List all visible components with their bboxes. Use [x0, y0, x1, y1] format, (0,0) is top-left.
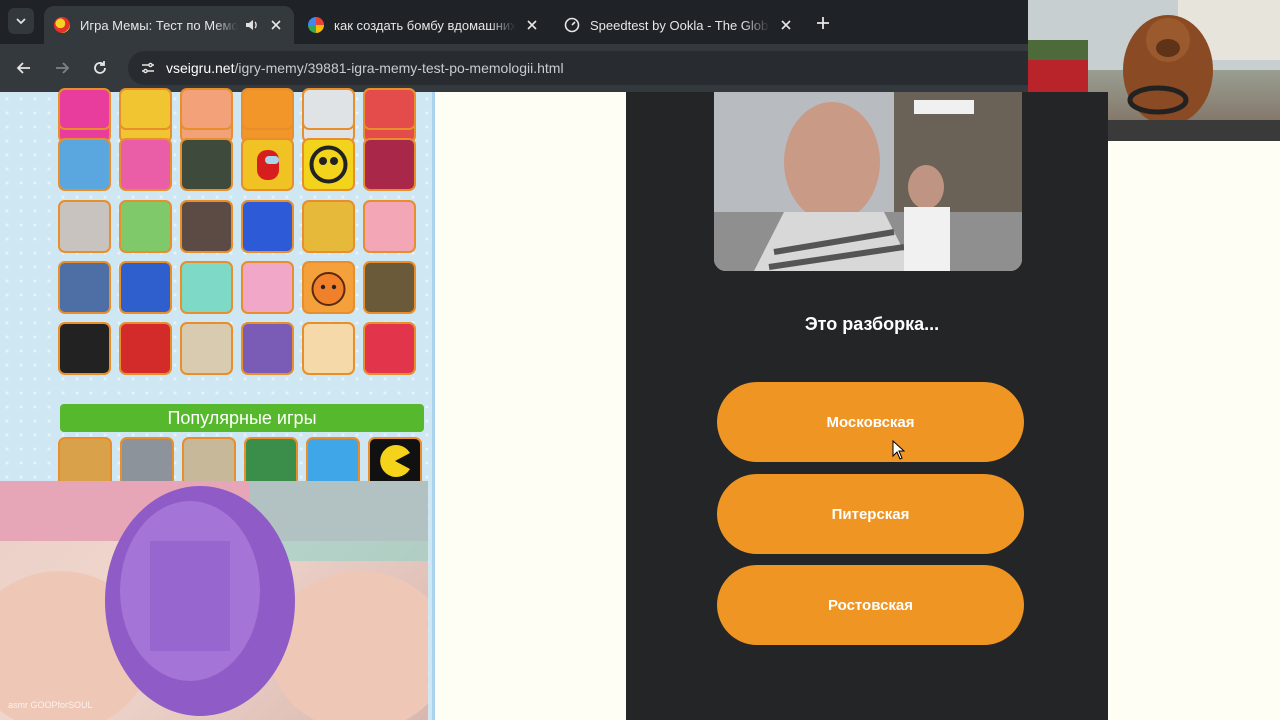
- answer-button-piter[interactable]: Питерская: [717, 474, 1024, 554]
- game-tile[interactable]: [58, 88, 111, 130]
- speaker-icon[interactable]: [244, 17, 260, 33]
- face-icon: [309, 145, 348, 184]
- quiz-panel: Это разборка... Московская Питерская Рос…: [626, 92, 1108, 720]
- popular-games-row: [58, 437, 424, 481]
- arrow-right-icon: [56, 62, 70, 74]
- site-favicon: [54, 17, 70, 33]
- game-tile[interactable]: [58, 200, 111, 253]
- game-tile[interactable]: [363, 138, 416, 191]
- tab-speedtest[interactable]: Speedtest by Ookla - The Global Broadban…: [554, 6, 804, 44]
- close-icon: [527, 20, 537, 30]
- game-tile[interactable]: [180, 138, 233, 191]
- reload-button[interactable]: [88, 56, 112, 80]
- tab-close-button[interactable]: [268, 17, 284, 33]
- tab-strip: Игра Мемы: Тест по Мемологии как создать…: [0, 0, 1028, 44]
- game-tile[interactable]: [119, 138, 172, 191]
- close-icon: [271, 20, 281, 30]
- game-tile[interactable]: [363, 88, 416, 130]
- toolbar: vseigru.net/igry-memy/39881-igra-memy-te…: [0, 44, 1028, 92]
- video-credit: asmr GOOPforSOUL: [8, 700, 93, 710]
- plus-icon: [817, 17, 829, 29]
- meme-photo: [714, 92, 1022, 271]
- game-tile[interactable]: [180, 200, 233, 253]
- answer-button-moscow[interactable]: Московская: [717, 382, 1024, 462]
- among-us-icon: [257, 150, 279, 180]
- game-tile[interactable]: [119, 200, 172, 253]
- game-tile[interactable]: [302, 200, 355, 253]
- game-tile[interactable]: [58, 261, 111, 314]
- chevron-down-icon: [16, 18, 26, 25]
- google-favicon: [308, 17, 324, 33]
- forward-button[interactable]: [50, 56, 74, 80]
- close-icon: [781, 20, 791, 30]
- game-tile[interactable]: [180, 88, 233, 130]
- tab-title: как создать бомбу вдомашних условиях: [334, 17, 516, 33]
- game-tile[interactable]: [241, 200, 294, 253]
- tab-title: Игра Мемы: Тест по Мемологии: [80, 17, 238, 33]
- url-host: vseigru.net: [166, 60, 235, 76]
- game-tile[interactable]: [119, 322, 172, 375]
- game-tile[interactable]: [180, 322, 233, 375]
- pacman-icon: [380, 445, 410, 477]
- tab-close-button[interactable]: [778, 17, 794, 33]
- video-frame: [0, 481, 428, 720]
- video-overlay: asmr GOOPforSOUL: [0, 481, 428, 720]
- game-tile[interactable]: [244, 437, 298, 481]
- tune-icon: [142, 62, 154, 74]
- url-path: /igry-memy/39881-igra-memy-test-po-memol…: [234, 60, 564, 76]
- game-tile[interactable]: [306, 437, 360, 481]
- answer-button-rostov[interactable]: Ростовская: [717, 565, 1024, 645]
- game-tile[interactable]: [368, 437, 422, 481]
- game-tile[interactable]: [241, 261, 294, 314]
- sidebar-divider: [432, 92, 435, 720]
- url-text[interactable]: vseigru.net/igry-memy/39881-igra-memy-te…: [166, 60, 564, 76]
- tab-title: Speedtest by Ookla - The Global Broadban…: [590, 17, 770, 33]
- game-tile[interactable]: [302, 88, 355, 130]
- game-tile[interactable]: [241, 88, 294, 130]
- speedtest-icon: [564, 17, 580, 33]
- game-tile[interactable]: [302, 138, 355, 191]
- tab-search-query[interactable]: как создать бомбу вдомашних условиях: [298, 6, 550, 44]
- game-tile[interactable]: [58, 138, 111, 191]
- address-bar[interactable]: vseigru.net/igry-memy/39881-igra-memy-te…: [128, 51, 1028, 85]
- game-tile[interactable]: [120, 437, 174, 481]
- tab-search-button[interactable]: [8, 8, 34, 34]
- back-button[interactable]: [12, 56, 36, 80]
- quiz-question: Это разборка...: [804, 314, 940, 334]
- cat-face-icon: [311, 272, 346, 306]
- new-tab-button[interactable]: [812, 12, 834, 34]
- game-tile[interactable]: [302, 261, 355, 314]
- game-tile[interactable]: [180, 261, 233, 314]
- game-tile[interactable]: [58, 322, 111, 375]
- game-tile[interactable]: [119, 88, 172, 130]
- game-tile[interactable]: [119, 261, 172, 314]
- quiz-image: [714, 92, 1022, 271]
- game-tile[interactable]: [241, 322, 294, 375]
- arrow-left-icon: [16, 62, 30, 74]
- tab-memes-quiz[interactable]: Игра Мемы: Тест по Мемологии: [44, 6, 294, 44]
- game-tile[interactable]: [363, 200, 416, 253]
- game-tile[interactable]: [363, 322, 416, 375]
- game-tile[interactable]: [302, 322, 355, 375]
- site-info-button[interactable]: [136, 56, 160, 80]
- game-tile[interactable]: [241, 138, 294, 191]
- tab-close-button[interactable]: [524, 17, 540, 33]
- mouse-cursor-icon: [892, 440, 906, 460]
- popular-games-header[interactable]: Популярные игры: [60, 404, 424, 432]
- game-tile[interactable]: [182, 437, 236, 481]
- game-tile[interactable]: [363, 261, 416, 314]
- game-tile[interactable]: [58, 437, 112, 481]
- reload-icon: [94, 61, 106, 74]
- screen: Игра Мемы: Тест по Мемологии как создать…: [0, 0, 1280, 720]
